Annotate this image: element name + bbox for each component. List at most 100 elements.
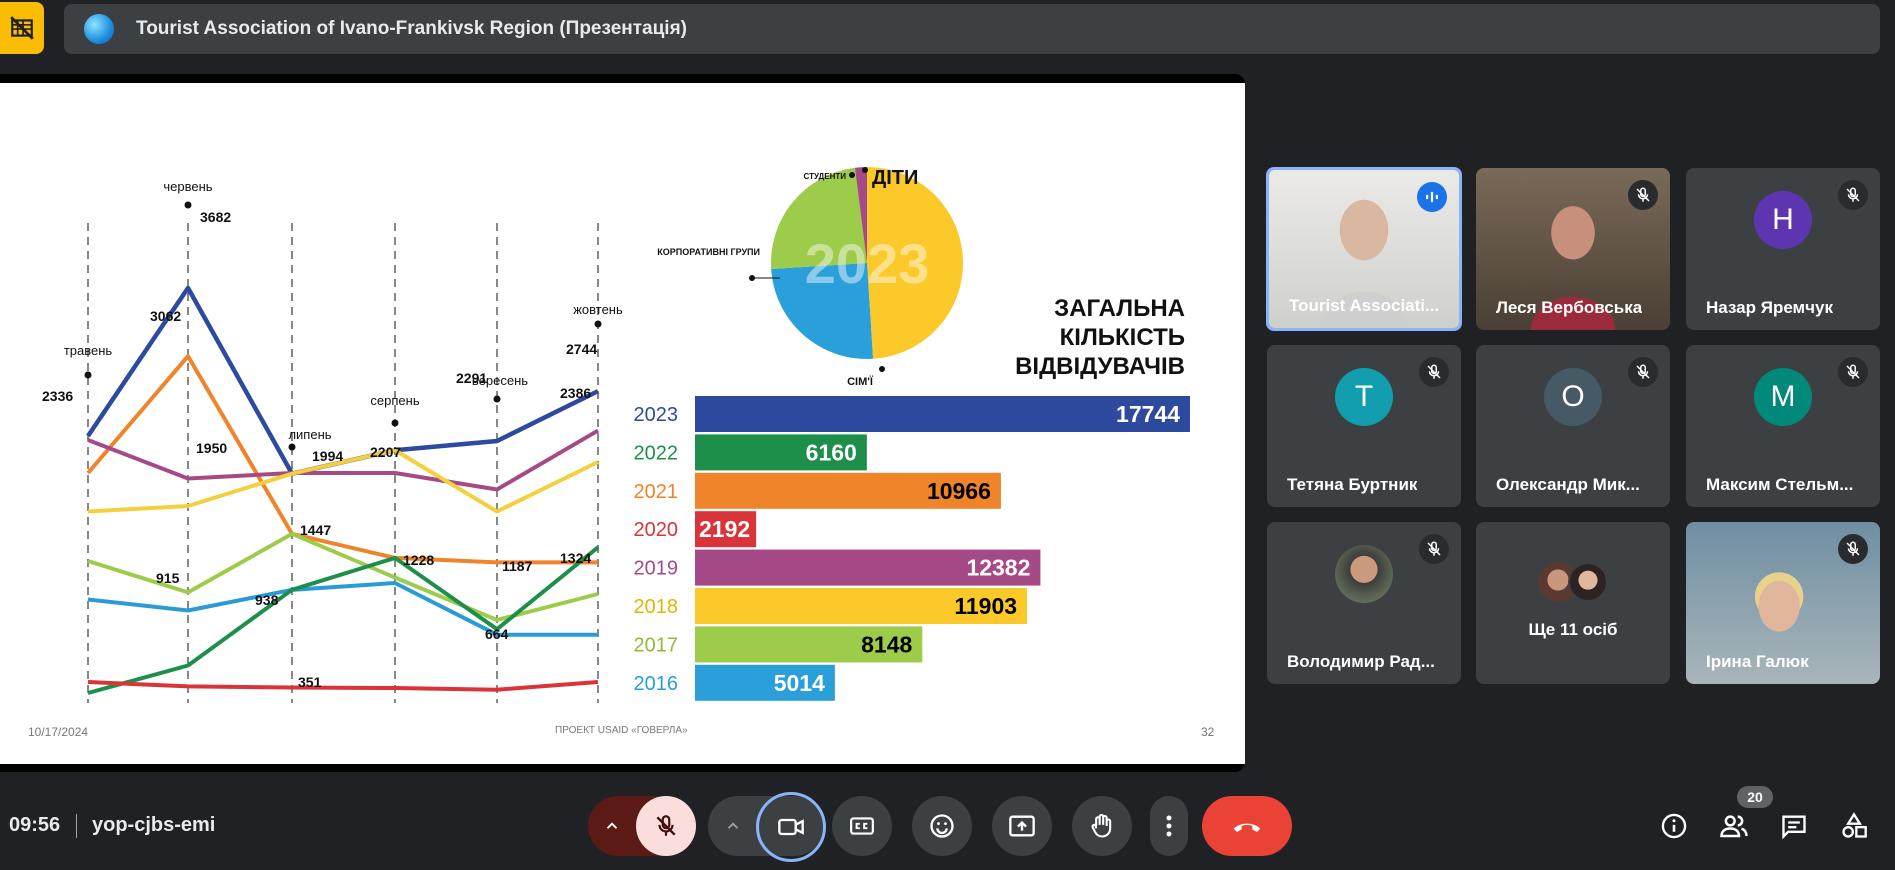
participant-avatar: Н xyxy=(1754,191,1812,249)
camera-options-button[interactable] xyxy=(708,796,758,856)
participant-tile[interactable]: Н Назар Яремчук xyxy=(1686,168,1880,330)
leave-call-button[interactable] xyxy=(1202,796,1292,856)
more-participants-avatars xyxy=(1538,562,1608,602)
data-label: 1187 xyxy=(502,558,533,574)
heading-line-3: ВІДВІДУВАЧІВ xyxy=(1015,353,1185,380)
emoji-icon xyxy=(930,814,954,838)
participants-count-badge: 20 xyxy=(1737,786,1773,808)
pie-leader-dot xyxy=(862,167,868,173)
participant-avatar: M xyxy=(1754,368,1812,426)
clock: 09:56 xyxy=(9,814,61,836)
pie-leader-dot xyxy=(879,366,885,372)
slide-date: 10/17/2024 xyxy=(28,725,89,739)
pie-year-watermark: 2023 xyxy=(805,232,930,295)
divider xyxy=(76,814,77,838)
pie-label-families: СІМ'Ї xyxy=(847,375,874,388)
mic-off-icon xyxy=(1427,364,1441,379)
present-screen-button[interactable] xyxy=(992,796,1052,856)
slide-charts: травеньчервеньлипеньсерпеньвересеньжовте… xyxy=(42,167,1190,703)
pie-label-children: ДІТИ xyxy=(872,167,918,189)
muted-indicator xyxy=(1419,534,1449,564)
category-marker xyxy=(84,371,92,379)
chevron-up-icon xyxy=(606,822,618,829)
bar-value-label: 11903 xyxy=(954,593,1017,619)
muted-indicator xyxy=(1838,357,1868,387)
participant-tile[interactable]: Ірина Галюк xyxy=(1686,522,1880,684)
data-label: 351 xyxy=(298,674,322,690)
bar-year-label: 2017 xyxy=(634,634,679,656)
participant-name: Tourist Associati... xyxy=(1289,296,1440,315)
category-marker xyxy=(288,443,296,451)
hang-up-icon xyxy=(1233,823,1261,832)
bar-value-label: 2192 xyxy=(699,516,750,542)
participant-tile[interactable]: O Олександр Мик... xyxy=(1476,345,1670,507)
data-label: 2744 xyxy=(566,341,597,357)
mic-off-icon xyxy=(1846,187,1860,202)
more-options-button[interactable] xyxy=(1150,796,1188,856)
pie-label-corporate: КОРПОРАТИВНІ ГРУПИ xyxy=(657,247,760,257)
presentation-title-bar[interactable]: Tourist Association of Ivano-Frankivsk R… xyxy=(64,4,1880,54)
mic-control-group xyxy=(588,796,696,856)
participant-name: Ще 11 осіб xyxy=(1528,620,1618,639)
category-marker xyxy=(594,320,602,328)
data-label: 2207 xyxy=(370,444,401,460)
recording-badge[interactable] xyxy=(0,2,44,54)
data-label: 1228 xyxy=(403,552,434,568)
pie-leader-dot xyxy=(849,172,855,178)
heading-line-1: ЗАГАЛЬНА xyxy=(1054,295,1185,322)
bar-value-label: 17744 xyxy=(1116,401,1180,427)
camera-icon xyxy=(778,818,804,836)
bar-value-label: 12382 xyxy=(966,555,1030,581)
data-label: 1324 xyxy=(560,550,591,566)
mic-toggle-button[interactable] xyxy=(636,796,696,856)
muted-indicator xyxy=(1838,534,1868,564)
more-vertical-icon xyxy=(1166,815,1172,837)
mic-off-icon xyxy=(1427,541,1441,556)
captions-button[interactable] xyxy=(832,796,892,856)
activities-button[interactable] xyxy=(1834,806,1874,846)
meeting-details-button[interactable] xyxy=(1654,806,1694,846)
bar-year-label: 2020 xyxy=(634,519,679,541)
chat-button[interactable] xyxy=(1774,806,1814,846)
people-button[interactable] xyxy=(1714,806,1754,846)
data-label: 2386 xyxy=(560,385,591,401)
closed-captions-icon xyxy=(850,817,874,835)
muted-indicator xyxy=(1628,180,1658,210)
mic-off-icon xyxy=(656,815,676,836)
info-icon xyxy=(1661,813,1687,839)
bar-value-label: 8148 xyxy=(861,631,912,657)
muted-indicator xyxy=(1628,357,1658,387)
participant-tile[interactable]: T Тетяна Буртник xyxy=(1267,345,1461,507)
globe-icon xyxy=(84,14,114,44)
raise-hand-button[interactable] xyxy=(1072,796,1132,856)
pie-leader-dot xyxy=(749,275,755,281)
bar-year-label: 2023 xyxy=(634,404,679,426)
muted-indicator xyxy=(1419,357,1449,387)
bar-year-label: 2022 xyxy=(634,442,679,464)
participant-tile[interactable]: Леся Вербовська xyxy=(1476,168,1670,330)
bar-value-label: 5014 xyxy=(774,670,825,696)
data-label: 3062 xyxy=(150,308,181,324)
mic-options-button[interactable] xyxy=(588,796,636,856)
camera-toggle-button[interactable] xyxy=(756,792,826,862)
present-screen-icon xyxy=(1009,815,1035,837)
participant-tile[interactable]: M Максим Стельм... xyxy=(1686,345,1880,507)
bar-value-label: 6160 xyxy=(806,439,857,465)
participant-tile[interactable]: Володимир Рад... xyxy=(1267,522,1461,684)
participant-tile[interactable]: Tourist Associati... xyxy=(1266,167,1462,331)
pie-label-students: СТУДЕНТИ xyxy=(804,172,847,181)
category-label: червень xyxy=(163,179,212,194)
data-label: 3682 xyxy=(200,209,231,225)
participant-tile[interactable]: Ще 11 осіб xyxy=(1476,522,1670,684)
mic-off-icon xyxy=(1846,541,1860,556)
reactions-button[interactable] xyxy=(912,796,972,856)
bar-year-label: 2019 xyxy=(634,558,679,580)
category-label: травень xyxy=(64,343,113,358)
data-label: 915 xyxy=(156,570,180,586)
category-label: липень xyxy=(288,427,331,442)
data-label: 1950 xyxy=(196,440,227,456)
participant-avatar: O xyxy=(1544,368,1602,426)
participant-name: Максим Стельм... xyxy=(1706,475,1854,494)
participant-name: Володимир Рад... xyxy=(1287,652,1435,671)
category-label: жовтень xyxy=(573,302,623,317)
